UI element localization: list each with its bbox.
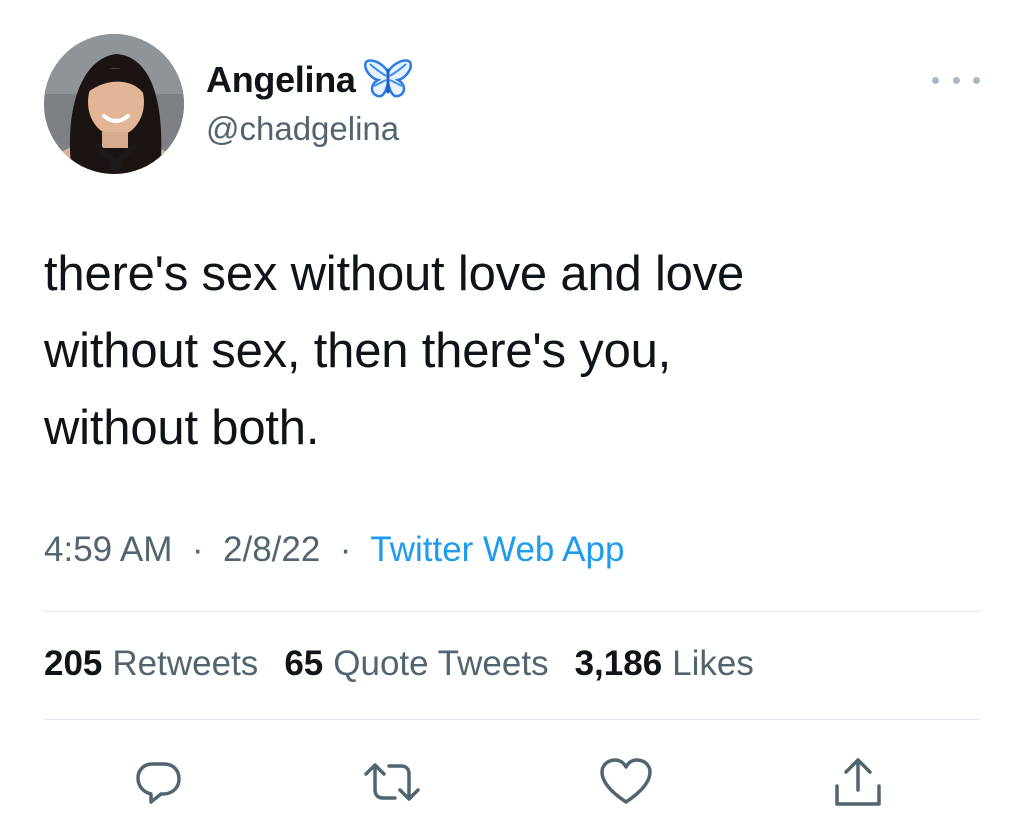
quote-tweets-label: Quote Tweets <box>333 644 549 683</box>
author-handle[interactable]: @chadgelina <box>206 110 399 148</box>
likes-count: 3,186 <box>574 644 663 683</box>
tweet-metadata: 4:59 AM · 2/8/22 · Twitter Web App <box>44 530 624 570</box>
share-button[interactable] <box>828 752 888 812</box>
tweet-stats: 205 Retweets 65 Quote Tweets 3,186 Likes <box>44 644 754 684</box>
retweets-label: Retweets <box>112 644 259 683</box>
divider <box>44 611 980 612</box>
heart-icon <box>600 758 652 804</box>
more-options-icon[interactable] <box>932 68 980 92</box>
dot <box>932 76 939 84</box>
reply-button[interactable] <box>128 752 188 812</box>
butterfly-icon <box>363 58 412 102</box>
dot <box>973 76 980 84</box>
tweet-date[interactable]: 2/8/22 <box>223 530 320 569</box>
reply-icon <box>136 762 181 804</box>
retweet-button[interactable] <box>362 752 422 812</box>
share-icon <box>835 758 881 806</box>
quote-tweets-count: 65 <box>284 644 324 683</box>
author-display-name[interactable]: Angelina <box>206 59 356 101</box>
tweet-source-link[interactable]: Twitter Web App <box>370 530 624 569</box>
meta-separator: · <box>330 530 362 569</box>
meta-separator: · <box>182 530 214 569</box>
retweet-icon <box>364 763 420 801</box>
tweet-text-line: without both. <box>44 401 320 455</box>
author-name-row[interactable]: Angelina <box>206 56 412 104</box>
like-button[interactable] <box>596 752 656 812</box>
likes-label: Likes <box>672 644 754 683</box>
divider <box>44 719 980 720</box>
tweet-text-line: without sex, then there's you, <box>44 324 672 378</box>
retweets-count: 205 <box>44 644 103 683</box>
avatar[interactable] <box>44 34 184 174</box>
tweet-time[interactable]: 4:59 AM <box>44 530 172 569</box>
likes-stat[interactable]: 3,186 Likes <box>575 644 754 684</box>
tweet-text-line: there's sex without love and love <box>44 247 745 301</box>
dot <box>952 76 960 84</box>
tweet-card: Angelina @chadgelina there's sex without… <box>0 0 1024 837</box>
tweet-action-bar <box>0 752 1024 812</box>
retweets-stat[interactable]: 205 Retweets <box>44 644 258 684</box>
tweet-text: there's sex without love and love withou… <box>44 236 944 467</box>
quote-tweets-stat[interactable]: 65 Quote Tweets <box>284 644 548 684</box>
